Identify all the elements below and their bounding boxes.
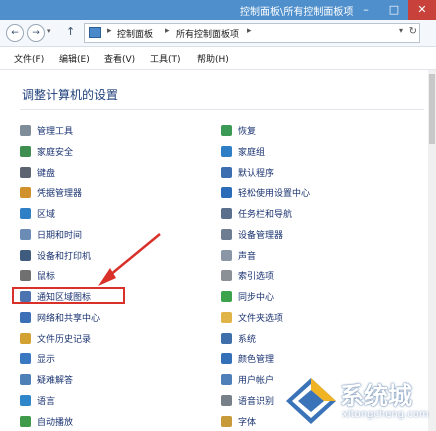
watermark: 系统城 xitongcheng.com — [284, 376, 434, 428]
watermark-text: 系统城 — [340, 382, 412, 410]
annotation-arrow — [98, 233, 161, 286]
scrollbar-thumb[interactable] — [429, 74, 435, 144]
watermark-logo-icon — [286, 378, 336, 424]
arrow-head-icon — [98, 268, 116, 286]
watermark-url: xitongcheng.com — [342, 409, 429, 420]
